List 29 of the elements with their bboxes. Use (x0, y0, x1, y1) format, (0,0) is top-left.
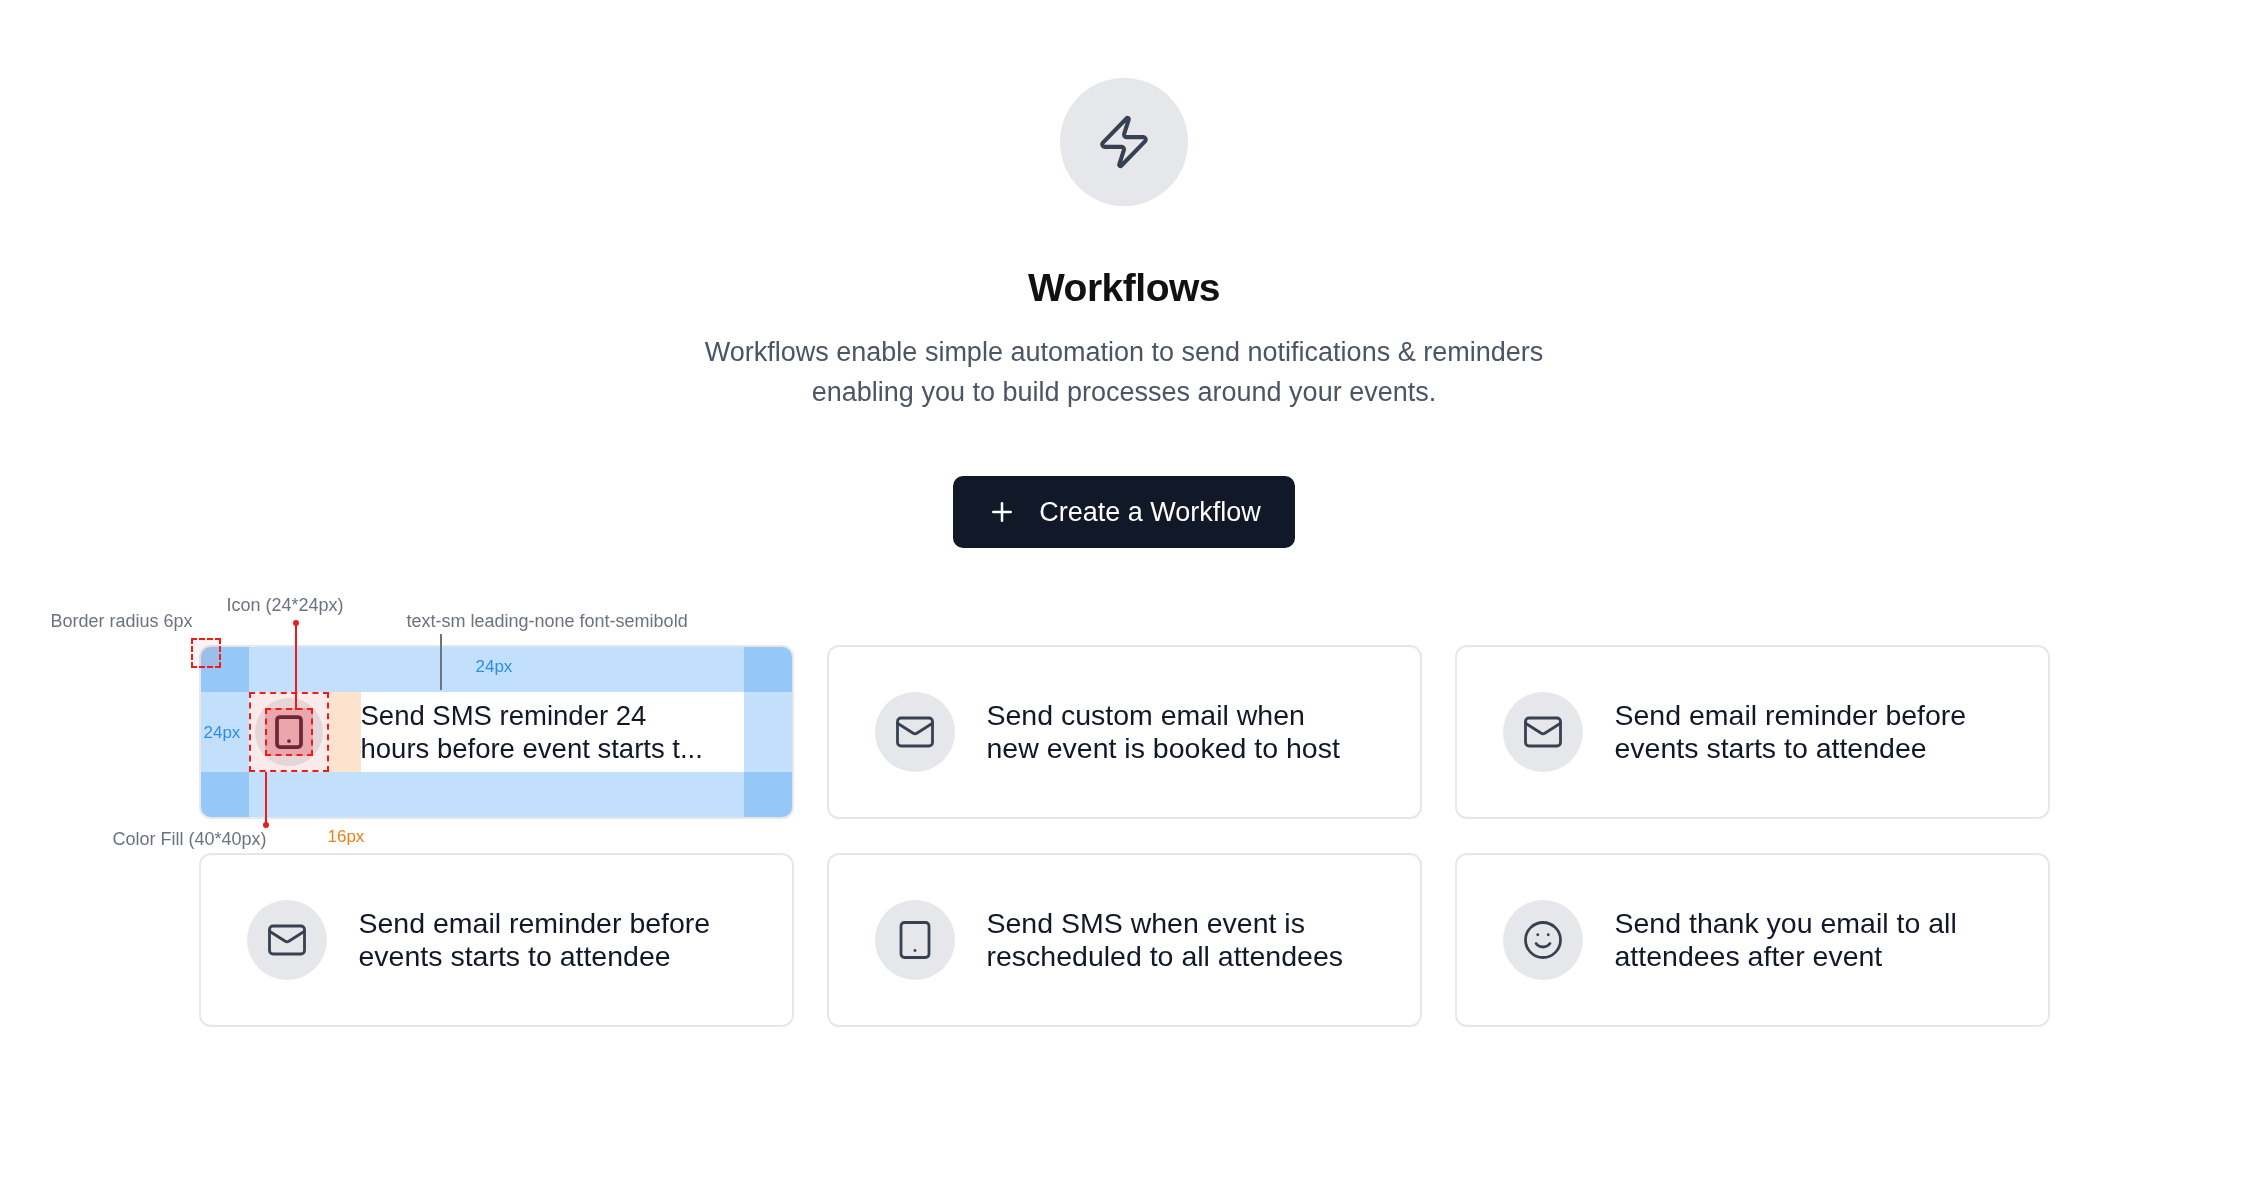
template-title: Send SMS reminder 24 hours before event starts t... (360, 699, 704, 765)
smiley-icon (1521, 919, 1564, 961)
annotation-label: 24px (475, 657, 513, 677)
annotation-label: text-sm leading-none font-semibold (406, 611, 688, 632)
template-card[interactable]: Send thank you email to all attendees after event (1454, 853, 2050, 1027)
template-card[interactable]: Send email reminder before events starts to attendee (1454, 645, 2050, 819)
padding-corner-marker (200, 647, 249, 692)
leader-line (439, 634, 442, 690)
template-card[interactable]: Send custom email when new event is booked to host (826, 645, 1422, 819)
template-title: Send custom email when new event is booked to host (986, 699, 1341, 765)
corner-marker (190, 638, 221, 668)
template-title: Send thank you email to all attendees after event (1614, 907, 1958, 973)
create-workflow-button[interactable]: Create a Workflow (953, 476, 1295, 548)
annotation-label: Icon (24*24px) (226, 595, 344, 616)
template-title: Send SMS when event is rescheduled to all attendees (986, 907, 1344, 973)
annotation-label: Border radius 6px (50, 611, 193, 632)
annotation-label: 16px (327, 827, 365, 847)
template-card[interactable]: Send SMS when event is rescheduled to all attendees (826, 853, 1422, 1027)
page-description: Workflows enable simple automation to send notifications & reminders enabling you to build processes around your events. (703, 336, 1545, 409)
padding-corner-marker (743, 647, 792, 692)
annotation-label: Color Fill (40*40px) (112, 829, 267, 850)
padding-corner-marker (743, 772, 792, 817)
template-card[interactable]: Send email reminder before events starts to attendee (198, 853, 794, 1027)
page-title: Workflows (1028, 266, 1220, 310)
template-title: Send email reminder before events starts to attendee (358, 907, 712, 973)
padding-corner-marker (200, 772, 249, 817)
annotation-label: 24px (203, 723, 241, 743)
template-title: Send email reminder before events starts to attendee (1614, 699, 1968, 765)
leader-line (262, 772, 269, 828)
